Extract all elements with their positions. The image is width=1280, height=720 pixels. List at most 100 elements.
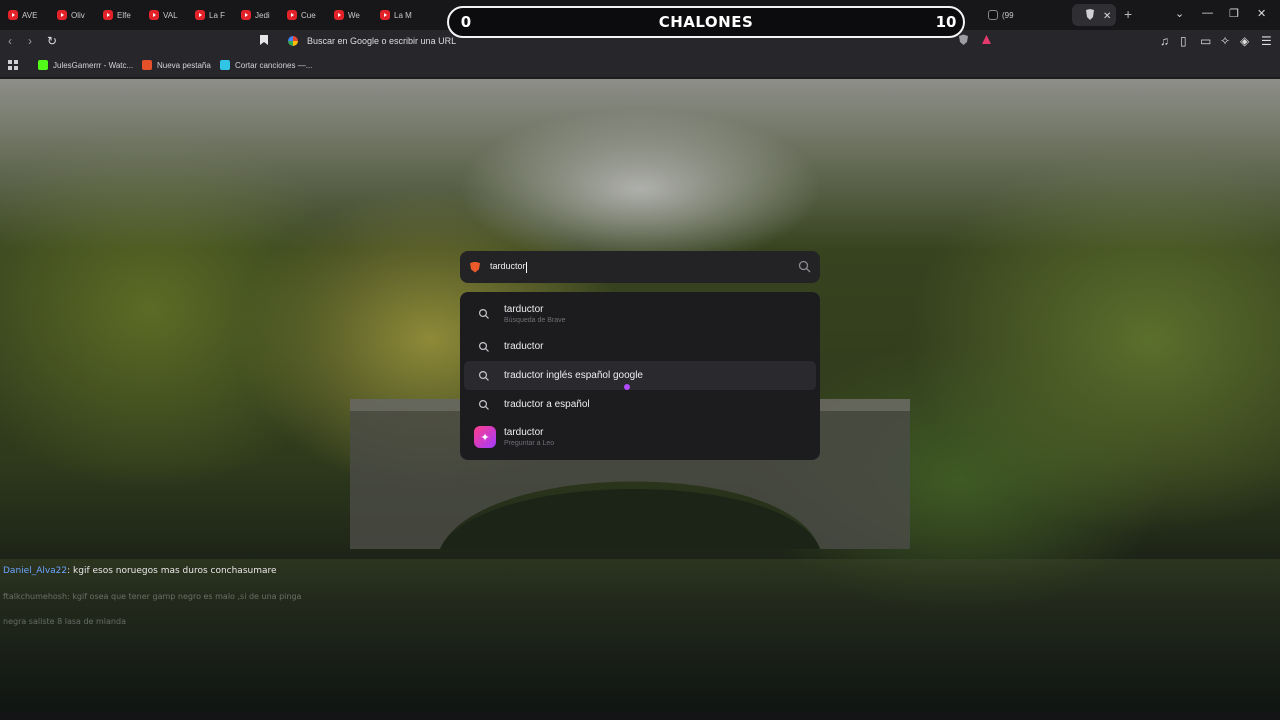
leo-icon: ✦ (474, 426, 496, 448)
bookmark-favicon-icon (142, 60, 152, 70)
browser-tab[interactable]: La F (195, 6, 225, 24)
google-icon (288, 36, 298, 46)
search-icon (478, 341, 489, 352)
tab-title: VAL (163, 10, 178, 20)
suggestion-item[interactable]: ✦ tarductor Preguntar a Leo (464, 419, 816, 455)
close-window-button[interactable]: ✕ (1257, 7, 1266, 20)
tab-title: La M (394, 10, 412, 20)
menu-icon[interactable]: ☰ (1261, 34, 1272, 48)
chat-message: ftalkchumehosh: kgif osea que tener gamp… (3, 584, 303, 609)
yt-favicon-icon (57, 10, 67, 20)
chat-message: Daniel_Alva22: kgif esos noruegos mas du… (3, 559, 303, 584)
text-caret (525, 261, 527, 273)
mouse-cursor-highlight (624, 384, 630, 390)
search-icon (478, 370, 489, 381)
bookmark-item[interactable]: Cortar canciones —... (220, 60, 312, 70)
yt-favicon-icon (8, 10, 18, 20)
wallet-icon[interactable]: ▭ (1200, 34, 1211, 48)
bookmarks-bar: JulesGamerrr - Watc... Nueva pestaña Corta… (0, 54, 1280, 78)
active-tab[interactable]: ✕ (1072, 4, 1116, 26)
chat-message: negra saliste 8 lasa de mlanda (3, 609, 303, 634)
suggestion-subtext: Preguntar a Leo (504, 440, 555, 447)
tab-title: Cue (301, 10, 316, 20)
suggestion-text: traductor inglés español google (504, 370, 643, 381)
browser-tab[interactable]: Cue (287, 6, 316, 24)
browser-tab[interactable]: Jedi (241, 6, 270, 24)
suggestion-texts: traductor a español (504, 399, 590, 410)
search-icon (478, 399, 489, 410)
forward-icon[interactable]: › (28, 34, 32, 48)
suggestion-texts: tarductor Preguntar a Leo (504, 427, 554, 447)
bookmark-favicon-icon (38, 60, 48, 70)
new-tab-button[interactable]: + (1124, 6, 1132, 22)
suggestion-text: traductor (504, 341, 544, 352)
search-suggestions-dropdown: tarductor Búsqueda de Brave traductor tradu… (460, 292, 820, 460)
sidebar-icon[interactable]: ▯ (1180, 34, 1187, 48)
search-query-text[interactable]: tarductor (490, 261, 527, 273)
yt-favicon-icon (103, 10, 113, 20)
maximize-button[interactable]: ❐ (1229, 7, 1239, 20)
scoreboard-right-score: 10 (935, 13, 957, 31)
suggestion-text: tarductor (504, 427, 544, 438)
tab-title: Jedi (255, 10, 270, 20)
suggestion-subtext: Búsqueda de Brave (504, 317, 566, 324)
back-icon[interactable]: ‹ (8, 34, 12, 48)
stream-scoreboard-overlay: 0 CHALONES 10 (447, 6, 965, 38)
apps-grid-icon[interactable] (8, 60, 19, 71)
scoreboard-team-name: CHALONES (658, 13, 754, 31)
bookmark-label: Nueva pestaña (157, 60, 211, 70)
media-icon[interactable]: ♫ (1160, 34, 1169, 48)
tab-title: We (348, 10, 360, 20)
bookmark-label: Cortar canciones —... (235, 60, 313, 70)
suggestion-texts: traductor (504, 341, 543, 352)
yt-favicon-icon (195, 10, 205, 20)
reload-icon[interactable]: ↻ (47, 34, 57, 48)
bookmark-item[interactable]: JulesGamerrr - Watc... (38, 60, 133, 70)
browser-tab[interactable]: AVE (8, 6, 37, 24)
suggestion-text: tarductor (504, 304, 544, 315)
tiktok-favicon-icon (988, 10, 998, 20)
brave-lion-icon (470, 261, 480, 273)
suggestion-item[interactable]: traductor a español (464, 390, 816, 419)
yt-favicon-icon (149, 10, 159, 20)
vpn-icon[interactable]: ◈ (1240, 34, 1249, 48)
yt-favicon-icon (287, 10, 297, 20)
suggestion-item[interactable]: traductor inglés español google (464, 361, 816, 390)
brave-shield-icon: ✕ (1086, 9, 1111, 22)
yt-favicon-icon (334, 10, 344, 20)
taskbar-strip (0, 712, 1280, 720)
tab-title: La F (209, 10, 226, 20)
yt-favicon-icon (380, 10, 390, 20)
suggestion-texts: traductor inglés español google (504, 370, 643, 381)
tab-title: Elfe (117, 10, 131, 20)
minimize-button[interactable]: — (1202, 7, 1213, 19)
browser-tab[interactable]: Elfe (103, 6, 131, 24)
tab-title: Oliv (71, 10, 85, 20)
ntp-search-box[interactable]: tarductor (460, 251, 820, 283)
tab-search-icon[interactable]: ⌄ (1175, 7, 1184, 20)
svg-text:✕: ✕ (1103, 11, 1111, 22)
chat-text: : kgif esos noruegos mas duros conchasum… (67, 566, 277, 576)
browser-tab[interactable]: La M (380, 6, 412, 24)
search-icon[interactable] (798, 260, 811, 278)
browser-tab[interactable]: VAL (149, 6, 178, 24)
bookmark-label: JulesGamerrr - Watc... (53, 60, 134, 70)
scoreboard-left-score: 0 (460, 13, 472, 31)
suggestion-texts: tarductor Búsqueda de Brave (504, 304, 566, 324)
suggestion-item[interactable]: traductor (464, 332, 816, 361)
browser-tab[interactable]: (99 (988, 6, 1014, 24)
chat-text: ftalkchumehosh: kgif osea que tener gamp… (3, 592, 302, 601)
leo-ai-icon[interactable]: ✧ (1220, 34, 1230, 48)
search-icon (478, 308, 489, 319)
tab-title: (99 (1002, 10, 1014, 20)
bookmark-item[interactable]: Nueva pestaña (142, 60, 211, 70)
suggestion-item[interactable]: tarductor Búsqueda de Brave (464, 296, 816, 332)
browser-tab[interactable]: We (334, 6, 360, 24)
yt-favicon-icon (241, 10, 251, 20)
tab-title: AVE (22, 10, 38, 20)
browser-tab[interactable]: Oliv (57, 6, 85, 24)
chat-text: negra saliste 8 lasa de mlanda (3, 617, 126, 626)
bookmark-favicon-icon (220, 60, 230, 70)
bookmark-icon[interactable] (259, 34, 269, 49)
omnibox-placeholder: Buscar en Google o escribir una URL (307, 36, 457, 46)
